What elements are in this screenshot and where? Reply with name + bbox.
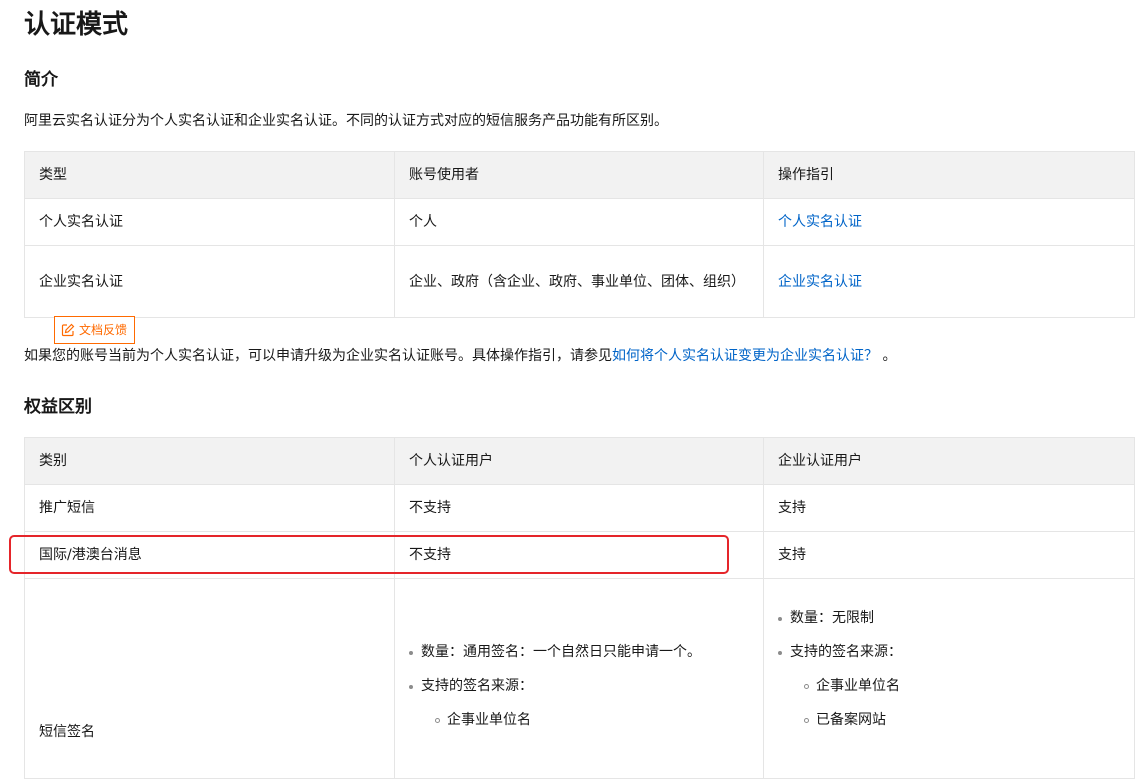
table-header-row: 类别 个人认证用户 企业认证用户: [24, 437, 1135, 485]
enterprise-sources-list: 企事业单位名 已备案网站: [790, 675, 1134, 731]
doc-feedback-button[interactable]: 文档反馈: [54, 316, 136, 344]
personal-sources-list: 企事业单位名: [421, 709, 763, 731]
cell-user: 个人: [394, 198, 764, 246]
header-account-user: 账号使用者: [394, 151, 764, 199]
cell-guide: 企业实名认证: [763, 245, 1135, 318]
table-row: 国际/港澳台消息 不支持 支持: [24, 531, 1135, 579]
benefits-heading: 权益区别: [24, 397, 92, 417]
upgrade-paragraph: 如果您的账号当前为个人实名认证，可以申请升级为企业实名认证账号。具体操作指引，请…: [24, 345, 896, 367]
personal-signature-list: 数量：通用签名：一个自然日只能申请一个。 支持的签名来源： 企事业单位名: [395, 641, 763, 731]
table-header-row: 类型 账号使用者 操作指引: [24, 151, 1135, 199]
cell-category: 国际/港澳台消息: [24, 531, 395, 579]
list-item: 支持的签名来源： 企事业单位名 已备案网站: [778, 641, 1134, 731]
cell-type: 企业实名认证: [24, 245, 395, 318]
header-guide: 操作指引: [763, 151, 1135, 199]
list-item: 企事业单位名: [804, 675, 1134, 697]
cell-enterprise: 支持: [763, 531, 1135, 579]
enterprise-auth-link[interactable]: 企业实名认证: [778, 274, 862, 290]
list-item: 数量：无限制: [778, 607, 1134, 629]
header-category: 类别: [24, 437, 395, 485]
cell-guide: 个人实名认证: [763, 198, 1135, 246]
list-item: 支持的签名来源： 企事业单位名: [409, 675, 763, 731]
upgrade-guide-link[interactable]: 如何将个人实名认证变更为企业实名认证？: [612, 348, 878, 364]
list-item: 已备案网站: [804, 709, 1134, 731]
table-row: 企业实名认证 企业、政府（含企业、政府、事业单位、团体、组织） 企业实名认证: [24, 245, 1135, 318]
sources-label: 支持的签名来源：: [421, 678, 533, 694]
cell-personal-signature: 数量：通用签名：一个自然日只能申请一个。 支持的签名来源： 企事业单位名: [394, 578, 764, 779]
auth-type-table: 类型 账号使用者 操作指引 个人实名认证 个人 个人实名认证 企业实名认证 企业…: [24, 151, 1135, 318]
header-enterprise-user: 企业认证用户: [763, 437, 1135, 485]
table-row: 推广短信 不支持 支持: [24, 484, 1135, 532]
cell-category: 短信签名: [24, 578, 395, 779]
list-item: 数量：通用签名：一个自然日只能申请一个。: [409, 641, 763, 663]
header-personal-user: 个人认证用户: [394, 437, 764, 485]
feedback-label: 文档反馈: [79, 323, 128, 337]
upgrade-text-end: 。: [878, 348, 897, 364]
cell-category: 推广短信: [24, 484, 395, 532]
cell-enterprise-signature: 数量：无限制 支持的签名来源： 企事业单位名 已备案网站: [763, 578, 1135, 779]
cell-type: 个人实名认证: [24, 198, 395, 246]
cell-user: 企业、政府（含企业、政府、事业单位、团体、组织）: [394, 245, 764, 318]
edit-icon: [61, 323, 75, 337]
enterprise-signature-list: 数量：无限制 支持的签名来源： 企事业单位名 已备案网站: [764, 607, 1134, 731]
table-row: 个人实名认证 个人 个人实名认证: [24, 198, 1135, 246]
list-item: 企事业单位名: [435, 709, 763, 731]
benefits-table: 类别 个人认证用户 企业认证用户 推广短信 不支持 支持 国际/港澳台消息 不支…: [24, 437, 1135, 779]
page-title: 认证模式: [24, 10, 129, 40]
intro-heading: 简介: [24, 70, 58, 90]
cell-personal: 不支持: [394, 531, 764, 579]
sources-label: 支持的签名来源：: [790, 644, 902, 660]
table-row-signature: 短信签名 数量：通用签名：一个自然日只能申请一个。 支持的签名来源： 企事业单位…: [24, 578, 1135, 779]
cell-enterprise: 支持: [763, 484, 1135, 532]
cell-personal: 不支持: [394, 484, 764, 532]
personal-auth-link[interactable]: 个人实名认证: [778, 214, 862, 230]
header-type: 类型: [24, 151, 395, 199]
upgrade-text: 如果您的账号当前为个人实名认证，可以申请升级为企业实名认证账号。具体操作指引，请…: [24, 348, 612, 364]
intro-paragraph: 阿里云实名认证分为个人实名认证和企业实名认证。不同的认证方式对应的短信服务产品功…: [24, 113, 668, 129]
